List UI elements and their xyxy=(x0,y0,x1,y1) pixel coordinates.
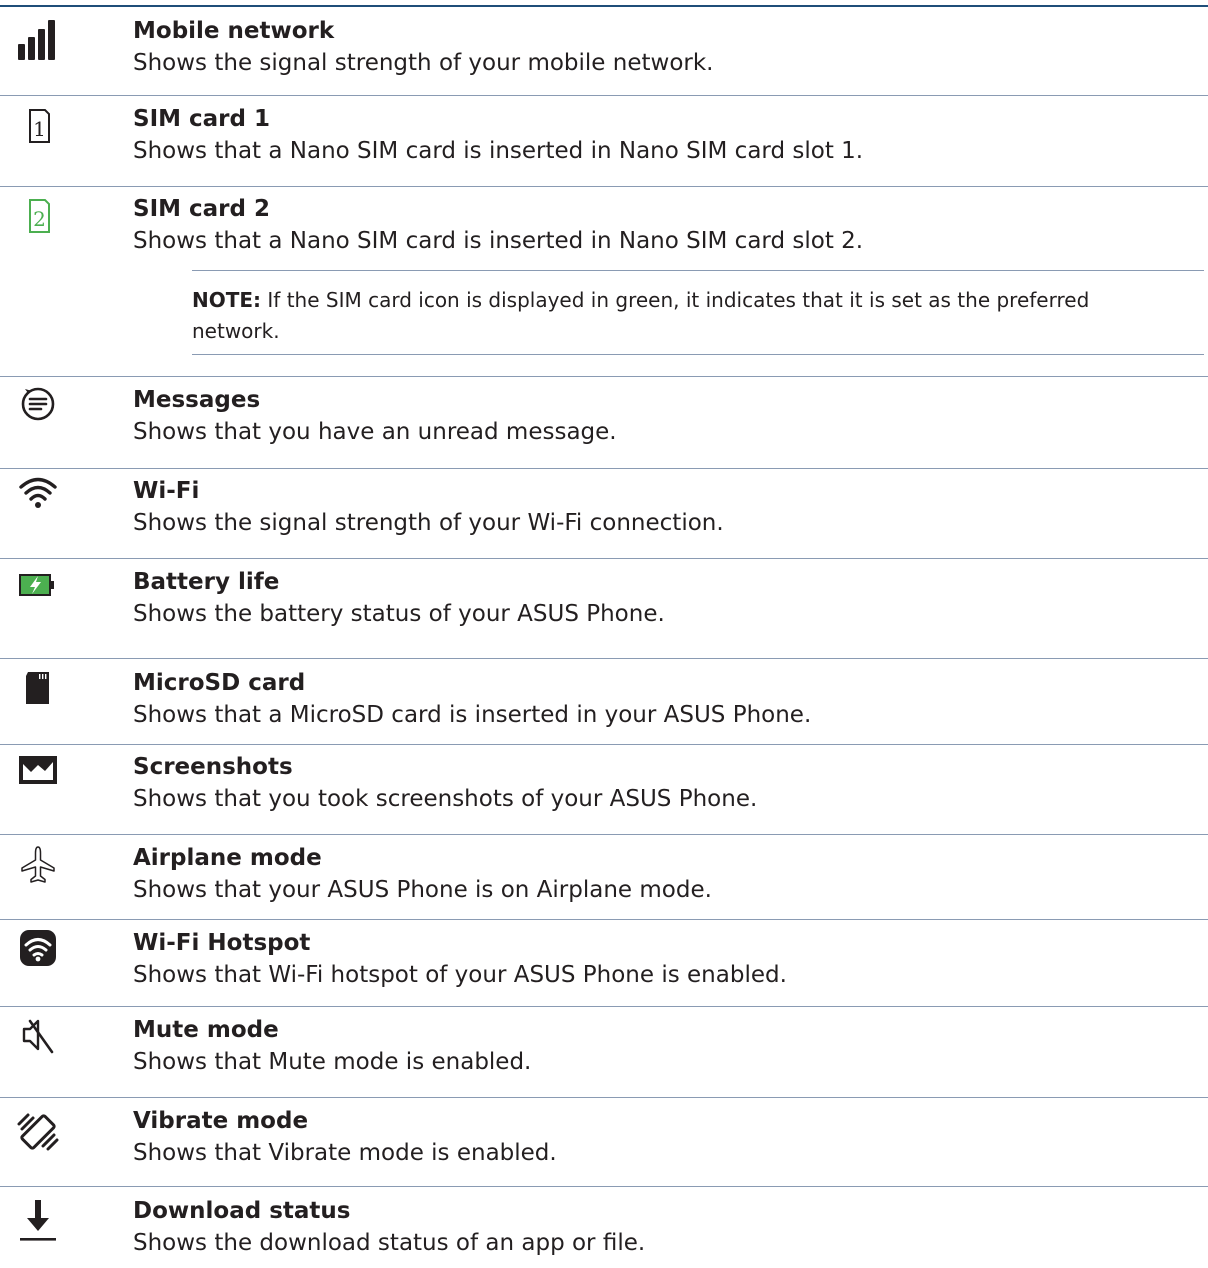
status-icons-page: Mobile network Shows the signal strength… xyxy=(0,0,1208,1268)
item-title: Vibrate mode xyxy=(133,1108,309,1134)
item-description: Shows the battery status of your ASUS Ph… xyxy=(133,601,665,627)
wifi-icon xyxy=(16,470,60,514)
note-label: NOTE: xyxy=(192,288,262,312)
divider xyxy=(0,919,1208,920)
item-description: Shows that Mute mode is enabled. xyxy=(133,1049,532,1075)
divider xyxy=(0,376,1208,377)
divider xyxy=(0,658,1208,659)
note-body: If the SIM card icon is displayed in gre… xyxy=(192,288,1090,343)
item-description: Shows that a Nano SIM card is inserted i… xyxy=(133,138,864,164)
item-title: SIM card 1 xyxy=(133,106,270,132)
mute-icon xyxy=(16,1013,60,1057)
sim-card-2-icon: 2 xyxy=(16,194,60,238)
item-description: Shows the download status of an app or f… xyxy=(133,1230,646,1256)
item-description: Shows that Vibrate mode is enabled. xyxy=(133,1140,557,1166)
item-title: Mute mode xyxy=(133,1017,279,1043)
divider xyxy=(0,1006,1208,1007)
vibrate-icon xyxy=(16,1110,60,1154)
divider xyxy=(0,744,1208,745)
item-description: Shows that a Nano SIM card is inserted i… xyxy=(133,228,864,254)
divider xyxy=(0,558,1208,559)
item-description: Shows that Wi-Fi hotspot of your ASUS Ph… xyxy=(133,962,787,988)
sim-slot-number: 1 xyxy=(33,117,46,141)
item-title: MicroSD card xyxy=(133,670,306,696)
item-description: Shows that you have an unread message. xyxy=(133,419,617,445)
wifi-hotspot-icon xyxy=(16,926,60,970)
item-title: Wi-Fi Hotspot xyxy=(133,930,311,956)
note-text: NOTE: If the SIM card icon is displayed … xyxy=(192,285,1182,347)
item-title: SIM card 2 xyxy=(133,196,270,222)
download-icon xyxy=(16,1198,60,1242)
screenshot-icon xyxy=(16,748,60,792)
messages-icon xyxy=(16,381,60,425)
item-title: Messages xyxy=(133,387,261,413)
item-title: Wi-Fi xyxy=(133,478,200,504)
item-description: Shows that you took screenshots of your … xyxy=(133,786,758,812)
top-rule xyxy=(0,5,1208,7)
divider xyxy=(0,468,1208,469)
note-bottom-rule xyxy=(192,354,1204,355)
item-title: Airplane mode xyxy=(133,845,322,871)
item-description: Shows the signal strength of your Wi-Fi … xyxy=(133,510,724,536)
sim-slot-number: 2 xyxy=(33,207,46,231)
item-description: Shows that your ASUS Phone is on Airplan… xyxy=(133,877,712,903)
divider xyxy=(0,1186,1208,1187)
item-title: Mobile network xyxy=(133,18,335,44)
divider xyxy=(0,95,1208,96)
sim-card-1-icon: 1 xyxy=(16,104,60,148)
item-description: Shows the signal strength of your mobile… xyxy=(133,50,714,76)
item-title: Battery life xyxy=(133,569,280,595)
note-top-rule xyxy=(192,270,1204,271)
divider xyxy=(0,186,1208,187)
divider xyxy=(0,834,1208,835)
microsd-card-icon xyxy=(16,666,60,710)
battery-charging-icon xyxy=(16,563,60,607)
item-description: Shows that a MicroSD card is inserted in… xyxy=(133,702,812,728)
divider xyxy=(0,1097,1208,1098)
airplane-icon xyxy=(16,843,60,887)
item-title: Screenshots xyxy=(133,754,293,780)
note-box: NOTE: If the SIM card icon is displayed … xyxy=(192,270,1204,356)
signal-bars-icon xyxy=(16,18,60,62)
item-title: Download status xyxy=(133,1198,351,1224)
